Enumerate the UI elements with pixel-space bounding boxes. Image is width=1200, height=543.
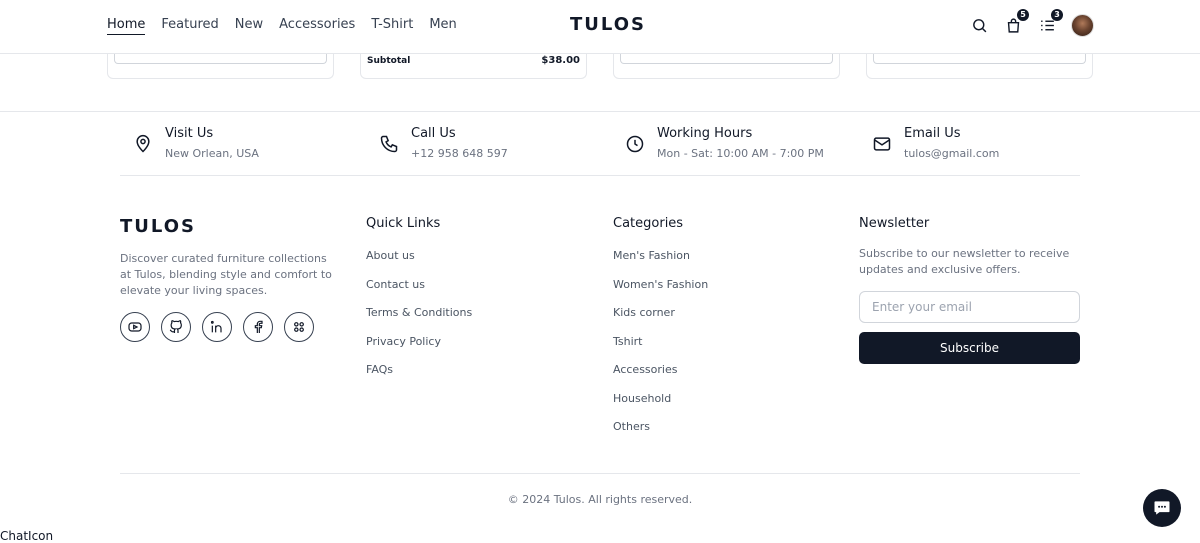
footer-description: Discover curated furniture collections a… xyxy=(120,252,332,297)
cart-card-subtotal: Subtotal $38.00 xyxy=(360,52,587,79)
categories-column: Categories Men's Fashion Women's Fashion… xyxy=(613,216,708,449)
category-link-tshirt[interactable]: Tshirt xyxy=(613,335,708,364)
copyright-text: © 2024 Tulos. All rights reserved. xyxy=(507,493,693,506)
nav-tshirt[interactable]: T-Shirt xyxy=(371,17,413,35)
footer-link-about[interactable]: About us xyxy=(366,249,472,278)
cart-card xyxy=(866,52,1093,79)
footer-link-privacy[interactable]: Privacy Policy xyxy=(366,335,472,364)
contact-detail: tulos@gmail.com xyxy=(904,147,1000,160)
contact-title: Visit Us xyxy=(165,126,214,141)
linkedin-icon[interactable] xyxy=(202,312,232,342)
category-link-accessories[interactable]: Accessories xyxy=(613,363,708,392)
nav-men[interactable]: Men xyxy=(429,17,456,35)
dribbble-icon[interactable] xyxy=(284,312,314,342)
contact-email: Email Us tulos@gmail.com xyxy=(872,126,999,161)
chat-button[interactable] xyxy=(1143,489,1181,527)
nav-new[interactable]: New xyxy=(235,17,263,35)
subscribe-button[interactable]: Subscribe xyxy=(859,332,1080,364)
contact-detail: New Orlean, USA xyxy=(165,147,259,160)
shopping-bag-icon[interactable]: 5 xyxy=(1003,8,1029,37)
footer-link-terms[interactable]: Terms & Conditions xyxy=(366,306,472,335)
quick-links-title: Quick Links xyxy=(366,216,441,231)
user-avatar[interactable] xyxy=(1071,14,1094,37)
social-links xyxy=(120,312,314,342)
cart-card xyxy=(613,52,840,79)
quick-links-list: About us Contact us Terms & Conditions P… xyxy=(366,249,472,392)
header-actions: 5 3 xyxy=(969,8,1094,37)
quick-links-column: Quick Links About us Contact us Terms & … xyxy=(366,216,472,392)
subtotal-value: $38.00 xyxy=(541,55,580,66)
contact-call: Call Us +12 958 648 597 xyxy=(379,126,508,161)
category-link-others[interactable]: Others xyxy=(613,420,708,449)
categories-title: Categories xyxy=(613,216,684,231)
contact-visit: Visit Us New Orlean, USA xyxy=(133,126,259,161)
section-divider xyxy=(0,111,1200,112)
cart-count-badge: 5 xyxy=(1017,8,1029,21)
brand-logo[interactable]: TULOS xyxy=(570,14,646,35)
list-icon[interactable]: 3 xyxy=(1037,8,1063,37)
category-link-household[interactable]: Household xyxy=(613,392,708,421)
footer-divider xyxy=(120,473,1080,474)
footer-brand-logo[interactable]: TULOS xyxy=(120,216,196,237)
nav-featured[interactable]: Featured xyxy=(161,17,218,35)
phone-icon xyxy=(380,135,398,153)
newsletter-column: Newsletter Subscribe to our newsletter t… xyxy=(859,216,1080,364)
contact-title: Working Hours xyxy=(657,126,753,141)
chat-icon-alt-text: ChatIcon xyxy=(0,529,54,543)
category-link-mens[interactable]: Men's Fashion xyxy=(613,249,708,278)
mail-icon xyxy=(873,137,891,151)
footer-link-contact[interactable]: Contact us xyxy=(366,278,472,307)
subtotal-label: Subtotal xyxy=(367,56,411,66)
map-pin-icon xyxy=(136,134,150,153)
list-count-badge: 3 xyxy=(1051,8,1063,21)
main-nav: Home Featured New Accessories T-Shirt Me… xyxy=(107,17,457,35)
search-icon[interactable] xyxy=(969,15,989,37)
category-link-womens[interactable]: Women's Fashion xyxy=(613,278,708,307)
facebook-icon[interactable] xyxy=(243,312,273,342)
newsletter-title: Newsletter xyxy=(859,216,930,231)
top-navbar: Home Featured New Accessories T-Shirt Me… xyxy=(0,0,1200,54)
chat-bubble-icon xyxy=(1154,501,1170,515)
youtube-icon[interactable] xyxy=(120,312,150,342)
newsletter-email-input[interactable] xyxy=(859,291,1080,323)
github-icon[interactable] xyxy=(161,312,191,342)
contact-title: Call Us xyxy=(411,126,456,141)
nav-home[interactable]: Home xyxy=(107,17,146,35)
contact-divider xyxy=(120,175,1080,176)
newsletter-description: Subscribe to our newsletter to receive u… xyxy=(859,247,1070,276)
contact-hours: Working Hours Mon - Sat: 10:00 AM - 7:00… xyxy=(625,126,824,161)
contact-detail: Mon - Sat: 10:00 AM - 7:00 PM xyxy=(657,147,824,160)
category-link-kids[interactable]: Kids corner xyxy=(613,306,708,335)
clock-icon xyxy=(626,135,644,153)
footer-link-faqs[interactable]: FAQs xyxy=(366,363,472,392)
cart-card xyxy=(107,52,334,79)
contact-title: Email Us xyxy=(904,126,961,141)
nav-accessories[interactable]: Accessories xyxy=(279,17,355,35)
categories-list: Men's Fashion Women's Fashion Kids corne… xyxy=(613,249,708,449)
cart-cards-strip: Subtotal $38.00 xyxy=(0,52,1200,80)
contact-detail: +12 958 648 597 xyxy=(411,147,508,160)
